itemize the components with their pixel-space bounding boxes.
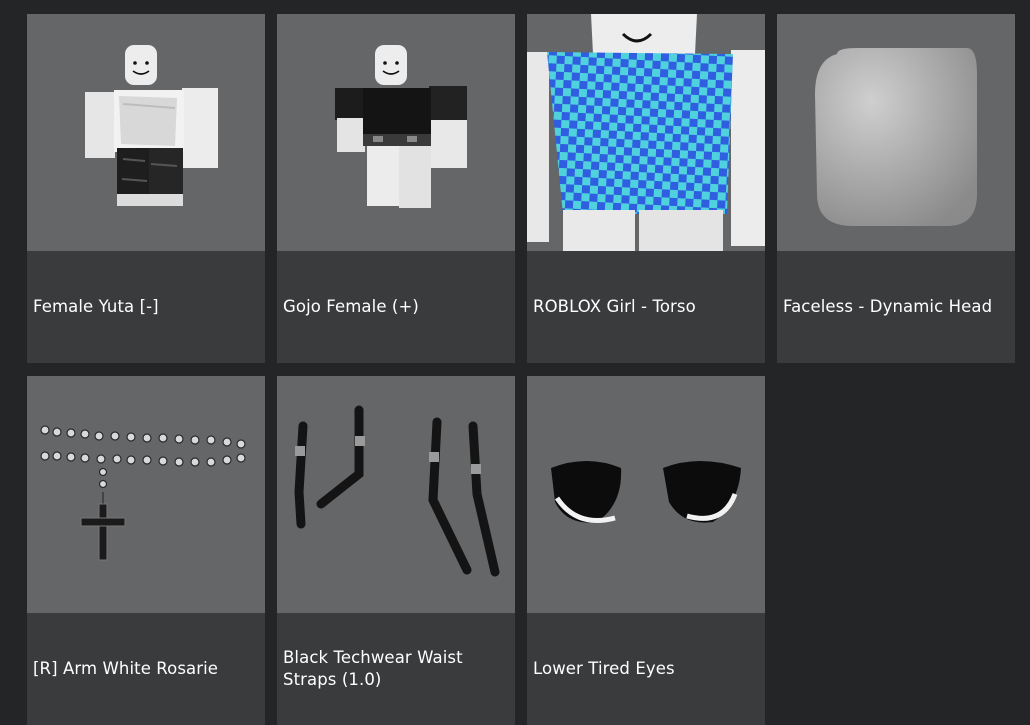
item-card[interactable]: ROBLOX Girl - Torso bbox=[527, 14, 765, 363]
item-card[interactable]: [R] Arm White Rosarie bbox=[27, 376, 265, 725]
item-card[interactable]: Gojo Female (+) bbox=[277, 14, 515, 363]
blank-head-icon bbox=[815, 48, 977, 226]
item-name[interactable]: Faceless - Dynamic Head bbox=[777, 251, 1015, 363]
item-card[interactable]: Black Techwear Waist Straps (1.0) bbox=[277, 376, 515, 725]
tired-eyes-icon bbox=[551, 461, 741, 523]
item-thumbnail[interactable] bbox=[277, 376, 515, 613]
rosary-cross-icon bbox=[40, 425, 246, 561]
item-thumbnail[interactable] bbox=[27, 14, 265, 251]
item-name[interactable]: [R] Arm White Rosarie bbox=[27, 613, 265, 725]
item-thumbnail[interactable] bbox=[27, 376, 265, 613]
avatar-black-shirt-icon bbox=[335, 45, 467, 208]
item-card[interactable]: Female Yuta [-] bbox=[27, 14, 265, 363]
item-thumbnail[interactable] bbox=[777, 14, 1015, 251]
checkered-torso-icon bbox=[527, 14, 765, 251]
item-name[interactable]: Black Techwear Waist Straps (1.0) bbox=[277, 613, 515, 725]
waist-straps-icon bbox=[294, 405, 500, 577]
item-card[interactable]: Faceless - Dynamic Head bbox=[777, 14, 1015, 363]
item-name[interactable]: Female Yuta [-] bbox=[27, 251, 265, 363]
item-thumbnail[interactable] bbox=[527, 376, 765, 613]
item-name[interactable]: Lower Tired Eyes bbox=[527, 613, 765, 725]
catalog-grid: Female Yuta [-] Gojo Female (+) ROBLOX G… bbox=[27, 14, 1015, 725]
item-name[interactable]: Gojo Female (+) bbox=[277, 251, 515, 363]
item-name[interactable]: ROBLOX Girl - Torso bbox=[527, 251, 765, 363]
item-thumbnail[interactable] bbox=[277, 14, 515, 251]
item-card[interactable]: Lower Tired Eyes bbox=[527, 376, 765, 725]
item-thumbnail[interactable] bbox=[527, 14, 765, 251]
avatar-white-outfit-icon bbox=[85, 45, 218, 206]
